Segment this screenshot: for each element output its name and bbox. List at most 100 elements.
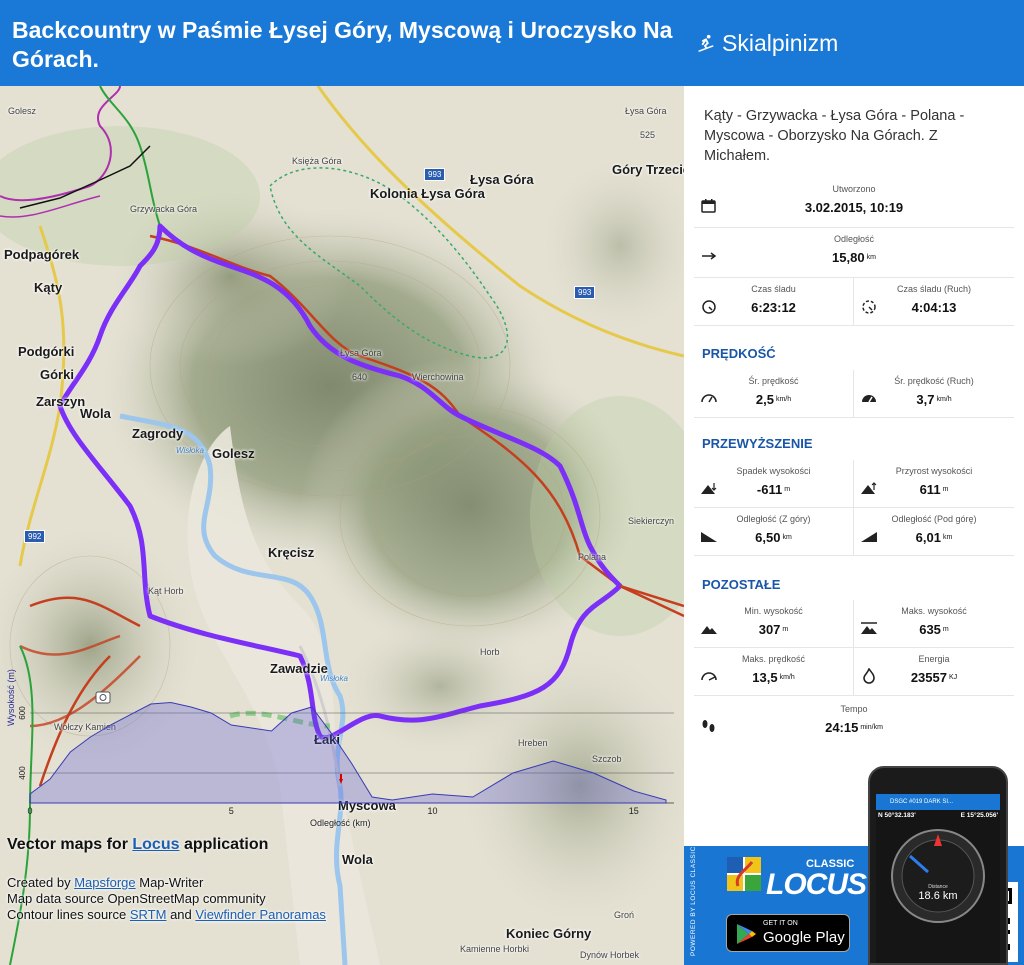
google-play-badge[interactable]: GET IT ON Google Play: [726, 914, 850, 952]
distance-unit: km: [782, 534, 792, 541]
descent-cell: Spadek wysokości -611 m: [694, 460, 854, 508]
srtm-link[interactable]: SRTM: [130, 907, 167, 922]
distance-label: Odległość: [833, 234, 875, 244]
place-label: Łysa Góra: [470, 172, 534, 187]
road-number: 993: [424, 168, 446, 181]
place-label: Wola: [80, 406, 111, 421]
created-row: Utworzono 3.02.2015, 10:19: [694, 178, 1014, 228]
elevation-xlabel: Odległość (km): [310, 818, 371, 828]
attribution-text: Map data source OpenStreetMap community: [7, 891, 266, 906]
distance-unit: km: [866, 254, 876, 261]
pace-row: Tempo 24:15 min/km: [694, 698, 1014, 748]
place-label: Zagrody: [132, 426, 184, 441]
place-label: Zarszyn: [36, 394, 86, 409]
dist-down-label: Odległość (Z góry): [736, 514, 811, 524]
max-alt-label: Maks. wysokość: [901, 606, 967, 616]
y-tick-label: 400: [18, 766, 27, 780]
activity-type: Skialpinizm: [694, 30, 838, 57]
place-label: Łysa Góra: [340, 348, 382, 358]
place-label: Grzywacka Góra: [130, 204, 198, 214]
phone-mockup: DSGC #019 DARK SI... N 50°32.183' E 15°2…: [868, 766, 1008, 965]
speed-unit: km/h: [775, 396, 792, 403]
powered-by-label: POWERED BY LOCUS CLASSIC: [690, 846, 697, 956]
meter-unit: m: [942, 626, 949, 633]
phone-title-bar: DSGC #019 DARK SI...: [876, 794, 1000, 810]
place-label: Podpagórek: [4, 247, 80, 262]
map-view[interactable]: Golesz Podpagórek Kąty Podgórki Górki Za…: [0, 86, 684, 965]
speed-unit: km/h: [936, 396, 952, 403]
distance-value: 15,80: [832, 250, 865, 265]
place-label: Golesz: [212, 446, 255, 461]
place-label: Groń: [614, 910, 635, 920]
max-speed-cell: Maks. prędkość 13,5 km/h: [694, 648, 854, 696]
track-time-cell: Czas śladu 6:23:12: [694, 278, 854, 326]
viewfinder-link[interactable]: Viewfinder Panoramas: [195, 907, 326, 922]
skier-icon: [698, 34, 714, 52]
avg-speed-label: Śr. prędkość: [748, 376, 799, 386]
track-description: Kąty - Grzywacka - Łysa Góra - Polana - …: [704, 108, 965, 164]
header-bar: Backcountry w Paśmie Łysej Góry, Myscową…: [0, 0, 1024, 86]
track-stats-panel: Kąty - Grzywacka - Łysa Góra - Polana - …: [684, 86, 1024, 846]
attribution-text: Created by: [7, 875, 75, 890]
place-label: Księża Góra: [292, 156, 342, 166]
place-label: Wola: [342, 852, 373, 867]
other-section-title: POZOSTAŁE: [702, 577, 781, 592]
vector-maps-note: Vector maps for Locus application: [7, 836, 268, 854]
place-label: Dynów Horbek: [580, 950, 640, 960]
place-label: Polana: [578, 552, 607, 562]
avg-speed-moving-label: Śr. prędkość (Ruch): [894, 376, 974, 386]
locus-link[interactable]: Locus: [132, 836, 179, 853]
meter-unit: m: [942, 486, 949, 493]
attribution-text: Map-Writer: [135, 875, 204, 890]
place-label: Kąty: [34, 280, 63, 295]
spot-height: 640: [352, 372, 368, 382]
attribution-text: Contour lines source: [7, 907, 130, 922]
dist-down-cell: Odległość (Z góry) 6,50 km: [694, 508, 854, 556]
road-number: 992: [24, 530, 46, 543]
energy-label: Energia: [918, 654, 950, 664]
descent-value: -611: [756, 482, 783, 497]
locus-wordmark: LOCUS: [766, 868, 867, 901]
camera-icon: [95, 691, 111, 704]
dist-up-label: Odległość (Pod górę): [891, 514, 977, 524]
phone-distance-value: 18.6 km: [918, 890, 958, 902]
place-label: Kręcisz: [268, 545, 315, 560]
river-label: Wisłoka: [176, 446, 204, 455]
phone-lon: E 15°25.056': [960, 812, 998, 819]
spot-height: 525: [640, 130, 656, 140]
place-label: Koniec Górny: [506, 926, 592, 941]
energy-cell: Energia 23557 KJ: [854, 648, 1014, 696]
compass-icon: [891, 829, 985, 923]
descent-label: Spadek wysokości: [736, 466, 811, 476]
place-label: Góry Trzecie: [612, 162, 684, 177]
ascent-cell: Przyrost wysokości 611 m: [854, 460, 1014, 508]
min-alt-value: 307: [758, 622, 781, 637]
google-play-small: GET IT ON: [763, 920, 798, 927]
x-tick-label: 5: [229, 806, 234, 816]
distance-row: Odległość 15,80 km: [694, 228, 1014, 278]
avg-speed-moving-value: 3,7: [916, 392, 935, 407]
attribution-text: and: [166, 907, 196, 922]
google-play-icon: [737, 924, 756, 944]
ascent-value: 611: [919, 482, 941, 497]
y-tick-label: 600: [18, 706, 27, 720]
mapsforge-link[interactable]: Mapsforge: [74, 875, 135, 890]
place-label: Podgórki: [18, 344, 75, 359]
x-tick-label: 15: [629, 806, 639, 816]
activity-label: Skialpinizm: [722, 30, 839, 56]
max-alt-value: 635: [919, 622, 941, 637]
speed-section-title: PRĘDKOŚĆ: [702, 346, 776, 361]
place-label: Horb: [480, 647, 500, 657]
track-time-moving-label: Czas śladu (Ruch): [896, 284, 972, 294]
place-label: Górki: [40, 367, 74, 382]
pace-value: 24:15: [825, 720, 859, 735]
max-speed-label: Maks. prędkość: [741, 654, 806, 664]
map-attribution: Created by Mapsforge Map-Writer Map data…: [7, 875, 326, 923]
dist-down-value: 6,50: [755, 530, 781, 545]
place-label: Kolonia Łysa Góra: [370, 186, 485, 201]
place-label: Golesz: [8, 106, 37, 116]
google-play-big: Google Play: [763, 929, 845, 946]
vector-maps-prefix: Vector maps for: [7, 836, 133, 853]
distance-unit: km: [942, 534, 953, 541]
track-title: Backcountry w Paśmie Łysej Góry, Myscową…: [12, 17, 673, 72]
